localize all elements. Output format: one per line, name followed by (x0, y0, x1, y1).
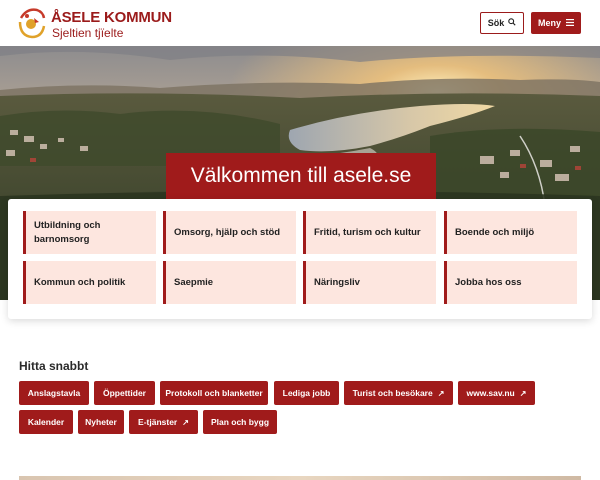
page: ÅSELE KOMMUN Sjeltien tjïelte Sök Meny V… (0, 0, 600, 480)
external-link-icon: ↗ (182, 417, 189, 427)
external-link-icon: ↗ (437, 388, 445, 398)
quick-link-label: Turist och besökare (352, 388, 433, 398)
welcome-heading: Välkommen till asele.se (166, 153, 436, 199)
category-label: Boende och miljö (455, 226, 535, 238)
category-fritid[interactable]: Fritid, turism och kultur (303, 211, 436, 254)
brand-subtitle: Sjeltien tjïelte (52, 26, 124, 40)
next-section-image (19, 476, 581, 480)
category-naringsliv[interactable]: Näringsliv (303, 261, 436, 304)
category-kommun[interactable]: Kommun och politik (23, 261, 156, 304)
category-saepmie[interactable]: Saepmie (163, 261, 296, 304)
quick-link-label: Kalender (27, 417, 65, 427)
search-button[interactable]: Sök (480, 12, 524, 34)
quick-link-nyheter[interactable]: Nyheter (78, 410, 124, 434)
quick-link-anslagstavla[interactable]: Anslagstavla (19, 381, 89, 405)
category-label: Jobba hos oss (455, 276, 522, 288)
category-label: Saepmie (174, 276, 214, 288)
quick-link-label: Anslagstavla (27, 388, 81, 398)
quick-link-kalender[interactable]: Kalender (19, 410, 73, 434)
brand-title[interactable]: ÅSELE KOMMUN (51, 9, 172, 26)
category-label: Omsorg, hjälp och stöd (174, 226, 281, 238)
kommun-logo-icon[interactable] (17, 6, 47, 40)
category-jobba[interactable]: Jobba hos oss (444, 261, 577, 304)
quick-link-label: Nyheter (85, 417, 117, 427)
quick-link-e-tjanster[interactable]: E-tjänster ↗ (129, 410, 198, 434)
category-label: Fritid, turism och kultur (314, 226, 421, 238)
quick-link-label: Plan och bygg (210, 417, 270, 427)
menu-label: Meny (537, 18, 561, 28)
hamburger-icon (566, 18, 574, 28)
quick-link-label: www.sav.nu (466, 388, 515, 398)
category-label: Utbildning och barnomsorg (34, 220, 101, 245)
quick-link-label: Lediga jobb (282, 388, 331, 398)
quick-links-heading: Hitta snabbt (19, 359, 89, 373)
category-label: Näringsliv (314, 276, 360, 288)
quick-link-plan-och-bygg[interactable]: Plan och bygg (203, 410, 277, 434)
quick-link-label: Öppettider (103, 388, 146, 398)
quick-link-lediga-jobb[interactable]: Lediga jobb (274, 381, 339, 405)
quick-link-label: E-tjänster (138, 417, 178, 427)
quick-link-oppettider[interactable]: Öppettider (94, 381, 155, 405)
category-omsorg[interactable]: Omsorg, hjälp och stöd (163, 211, 296, 254)
category-boende[interactable]: Boende och miljö (444, 211, 577, 254)
category-utbildning[interactable]: Utbildning och barnomsorg (23, 211, 156, 254)
quick-link-protokoll[interactable]: Protokoll och blanketter (160, 381, 268, 405)
menu-button[interactable]: Meny (531, 12, 581, 34)
site-header: ÅSELE KOMMUN Sjeltien tjïelte Sök Meny (0, 0, 600, 46)
search-label: Sök (487, 18, 505, 28)
quick-link-turist[interactable]: Turist och besökare ↗ (344, 381, 453, 405)
search-icon (508, 18, 516, 28)
quick-link-label: Protokoll och blanketter (165, 388, 263, 398)
quick-link-sav[interactable]: www.sav.nu ↗ (458, 381, 535, 405)
category-label: Kommun och politik (34, 276, 126, 288)
external-link-icon: ↗ (519, 388, 527, 398)
